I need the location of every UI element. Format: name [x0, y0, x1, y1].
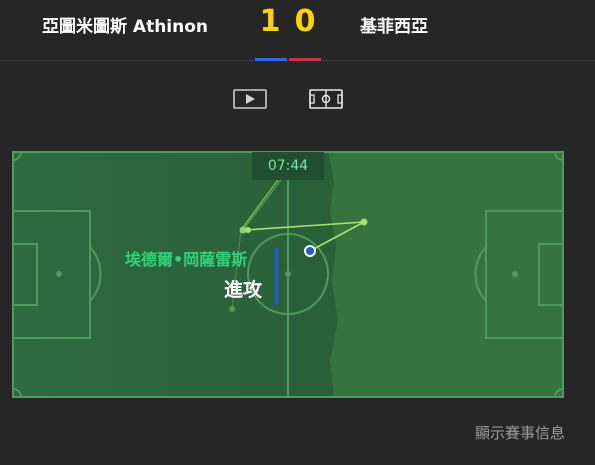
- pitch-field: [12, 151, 564, 398]
- away-team-color-bar: [289, 58, 321, 61]
- event-player-name: 埃德爾•岡薩雷斯: [125, 250, 248, 269]
- match-clock: 07:44: [252, 152, 324, 180]
- pitch-view-button[interactable]: [309, 88, 343, 110]
- ball-marker: [304, 245, 316, 257]
- away-team-name[interactable]: 基菲西亞: [360, 12, 428, 37]
- live-pitch: [12, 151, 564, 398]
- play-icon: [233, 89, 267, 109]
- away-score: 0: [294, 4, 316, 39]
- home-team-name[interactable]: 亞圖米圖斯 Athinon: [42, 12, 208, 37]
- event-team-marker: [275, 248, 278, 305]
- home-score: 1: [259, 4, 281, 39]
- home-team-color-bar: [255, 58, 287, 61]
- show-match-info-link[interactable]: 顯示賽事信息: [475, 422, 565, 443]
- video-button[interactable]: [233, 88, 267, 110]
- pitch-icon: [309, 89, 343, 109]
- event-action-label: 進攻: [224, 279, 263, 301]
- scoreboard-header: 亞圖米圖斯 Athinon 1 0 基菲西亞: [0, 0, 595, 61]
- media-toggle: [233, 88, 343, 110]
